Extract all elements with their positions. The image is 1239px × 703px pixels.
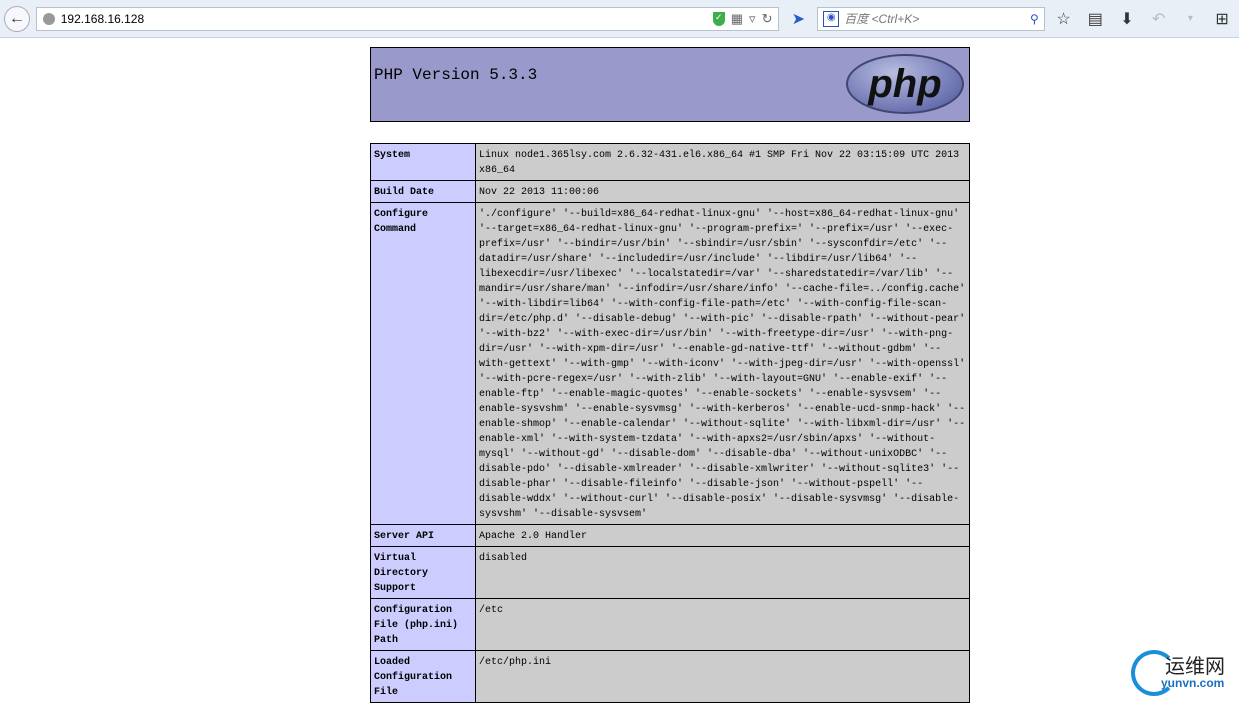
dropdown-icon[interactable]: ▿ (749, 11, 756, 27)
table-row: Configuration File (php.ini) Path/etc (370, 598, 970, 651)
search-box[interactable]: ◉ 百度 <Ctrl+K> ⚲ (817, 6, 1045, 31)
bird-icon[interactable]: ➤ (785, 9, 811, 29)
qr-code-icon[interactable]: ▦ (731, 11, 743, 27)
info-table: System Linux node1.365lsy.com 2.6.32-431.… (370, 143, 970, 703)
table-row: Configure Command './configure' '--build=… (370, 202, 970, 525)
undo-icon[interactable]: ↶ (1146, 9, 1172, 29)
row-value: /etc (475, 598, 970, 651)
row-value: disabled (475, 546, 970, 599)
page-title: PHP Version 5.3.3 (374, 66, 538, 84)
crop-icon[interactable]: ⊞ (1209, 9, 1235, 29)
php-logo[interactable]: php (846, 54, 964, 114)
back-button[interactable]: ← (4, 5, 30, 32)
download-icon[interactable]: ⬇ (1114, 9, 1140, 29)
row-value: Nov 22 2013 11:00:06 (475, 180, 970, 203)
address-bar[interactable]: 192.168.16.128 ✓ ▦ ▿ ↻ (35, 6, 780, 31)
search-icon[interactable]: ⚲ (1030, 12, 1039, 26)
table-row: Server API Apache 2.0 Handler (370, 524, 970, 547)
phpinfo-page: PHP Version 5.3.3 php System Linux node1.… (370, 47, 970, 703)
row-value: Linux node1.365lsy.com 2.6.32-431.el6.x8… (475, 143, 970, 181)
row-label: Server API (370, 524, 476, 547)
watermark-en: yunvn.com (1161, 676, 1225, 690)
row-value: './configure' '--build=x86_64-redhat-lin… (475, 202, 970, 525)
row-label: Loaded Configuration File (370, 650, 476, 703)
globe-icon (42, 12, 55, 25)
watermark-logo: 运维网 yunvn.com (1131, 646, 1235, 696)
reading-list-icon[interactable]: ▤ (1082, 9, 1108, 29)
table-row: System Linux node1.365lsy.com 2.6.32-431.… (370, 143, 970, 181)
reload-icon[interactable]: ↻ (762, 11, 773, 27)
table-row: Loaded Configuration File/etc/php.ini (370, 650, 970, 703)
row-label: Configure Command (370, 202, 476, 525)
url-text: 192.168.16.128 (60, 11, 145, 26)
browser-toolbar: ← 192.168.16.128 ✓ ▦ ▿ ↻ ➤ ◉ 百度 <Ctrl+K>… (0, 0, 1239, 38)
baidu-icon[interactable]: ◉ (823, 10, 840, 27)
row-label: System (370, 143, 476, 181)
row-label: Virtual Directory Support (370, 546, 476, 599)
bookmark-star-icon[interactable]: ☆ (1051, 9, 1077, 29)
table-row: Virtual Directory Support disabled (370, 546, 970, 599)
watermark-cn: 运维网 (1165, 656, 1225, 678)
row-label: Build Date (370, 180, 476, 203)
php-header: PHP Version 5.3.3 php (370, 47, 970, 122)
row-value: /etc/php.ini (475, 650, 970, 703)
row-label: Configuration File (php.ini) Path (370, 598, 476, 651)
menu-dropdown-icon[interactable]: ▾ (1178, 13, 1204, 24)
search-placeholder: 百度 <Ctrl+K> (844, 12, 920, 26)
row-value: Apache 2.0 Handler (475, 524, 970, 547)
table-row: Build Date Nov 22 2013 11:00:06 (370, 180, 970, 203)
shield-icon[interactable]: ✓ (712, 11, 725, 26)
